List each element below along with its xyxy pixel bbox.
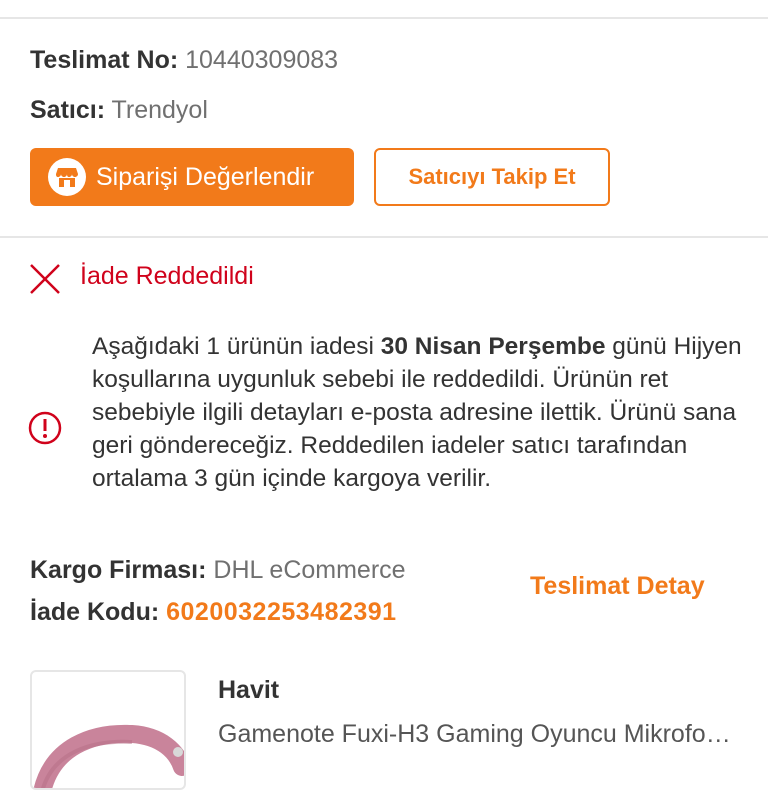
seller-row: Satıcı: Trendyol xyxy=(30,96,208,125)
product-image[interactable] xyxy=(30,670,186,790)
return-code-row: İade Kodu: 6020032253482391 xyxy=(30,598,397,627)
return-status-message: Aşağıdaki 1 ürünün iadesi 30 Nisan Perşe… xyxy=(92,330,742,495)
seller-value: Trendyol xyxy=(111,96,208,124)
delivery-number-label: Teslimat No: xyxy=(30,46,179,74)
message-date: 30 Nisan Perşembe xyxy=(380,333,606,360)
carrier-row: Kargo Firması: DHL eCommerce xyxy=(30,556,406,585)
rate-order-label: Siparişi Değerlendir xyxy=(96,162,315,191)
product-name[interactable]: Gamenote Fuxi-H3 Gaming Oyuncu Mikrofonl… xyxy=(218,720,738,749)
product-brand: Havit xyxy=(218,676,280,704)
return-code-value[interactable]: 6020032253482391 xyxy=(166,598,396,626)
delivery-number-row: Teslimat No: 10440309083 xyxy=(30,46,338,75)
message-part-1: Aşağıdaki 1 ürünün iadesi xyxy=(92,333,381,360)
close-x-icon xyxy=(30,264,60,294)
top-divider xyxy=(0,17,768,19)
delivery-number-value: 10440309083 xyxy=(185,46,339,74)
delivery-detail-link[interactable]: Teslimat Detay xyxy=(530,572,705,601)
store-icon xyxy=(48,158,86,196)
seller-label: Satıcı: xyxy=(30,96,106,124)
carrier-value: DHL eCommerce xyxy=(213,556,406,584)
follow-seller-button[interactable]: Satıcıyı Takip Et xyxy=(374,148,610,206)
info-circle-icon xyxy=(28,411,62,445)
rate-order-button[interactable]: Siparişi Değerlendir xyxy=(30,148,354,206)
carrier-label: Kargo Firması: xyxy=(30,556,207,584)
section-divider xyxy=(0,236,768,238)
follow-seller-label: Satıcıyı Takip Et xyxy=(408,164,576,189)
return-code-label: İade Kodu: xyxy=(30,598,160,626)
return-status-title: İade Reddedildi xyxy=(80,262,254,290)
